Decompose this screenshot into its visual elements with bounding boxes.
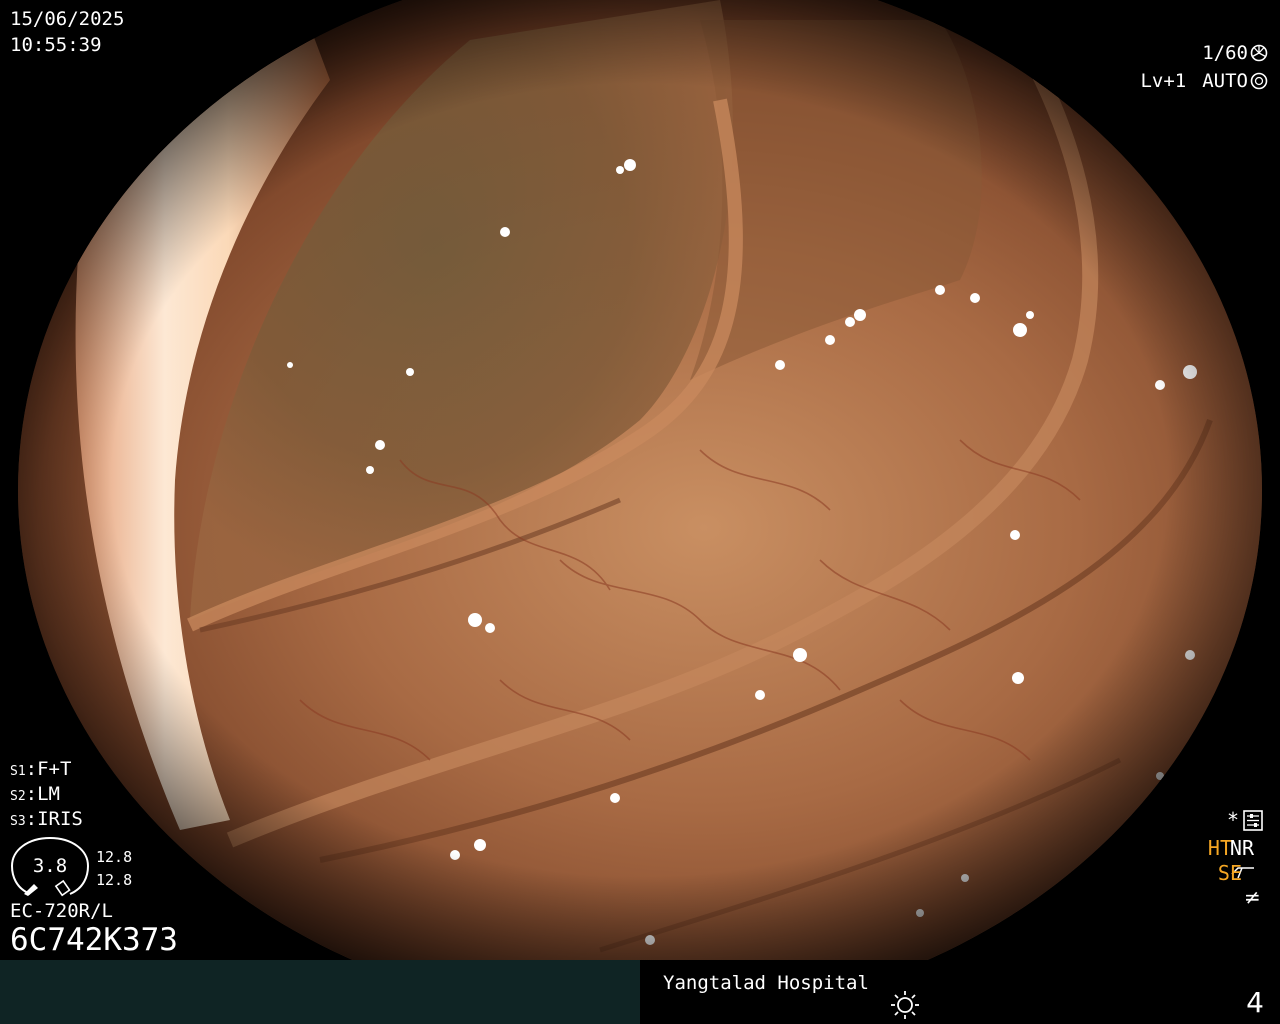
s1-label: S1 — [10, 764, 26, 779]
scope-model: EC-720R/L — [10, 900, 113, 922]
date-display: 15/06/2025 — [10, 8, 125, 30]
ht-mode: HT — [1207, 836, 1232, 860]
iris-icon — [1250, 72, 1268, 90]
setting-s2: S2:LM — [10, 783, 60, 805]
sliders-icon — [1243, 810, 1263, 831]
s3-label: S3 — [10, 814, 26, 829]
setting-s3: S3:IRIS — [10, 808, 83, 830]
gauge-value: 3.8 — [33, 855, 67, 877]
level-readout: Lv+1 AUTO — [1140, 70, 1268, 92]
level-value: Lv+1 — [1140, 70, 1187, 92]
gauge-reading-top: 12.8 — [96, 848, 133, 866]
setting-s1: S1:F+T — [10, 758, 72, 780]
s2-value: LM — [37, 783, 60, 805]
nr-mode: NR — [1229, 836, 1254, 860]
aperture-icon — [1250, 44, 1268, 62]
svg-text:≠: ≠ — [1244, 885, 1261, 909]
iris-mode-value: AUTO — [1202, 70, 1248, 92]
s2-label: S2 — [10, 789, 26, 804]
gauge-reading-bottom: 12.8 — [96, 871, 133, 889]
gauge-icon: 3.8 — [10, 836, 90, 897]
asterisk-icon: * — [1228, 808, 1238, 832]
svg-text:*: * — [1228, 808, 1238, 832]
mode-icons: * ≠ — [1228, 808, 1263, 909]
page-number: 4 — [1246, 986, 1264, 1019]
shutter-readout: 1/60 — [1202, 42, 1268, 64]
not-equal-icon: ≠ — [1244, 885, 1261, 909]
se-mode: SE — [1217, 861, 1242, 885]
scope-serial: 6C742K373 — [10, 922, 178, 958]
shutter-value: 1/60 — [1202, 42, 1248, 64]
footer-info-panel — [0, 960, 640, 1024]
s1-value: F+T — [37, 758, 72, 780]
s3-value: IRIS — [37, 808, 83, 830]
hospital-name: Yangtalad Hospital — [663, 972, 869, 994]
time-display: 10:55:39 — [10, 34, 102, 56]
endoscope-view — [0, 0, 1280, 960]
sun-icon — [891, 991, 919, 1019]
